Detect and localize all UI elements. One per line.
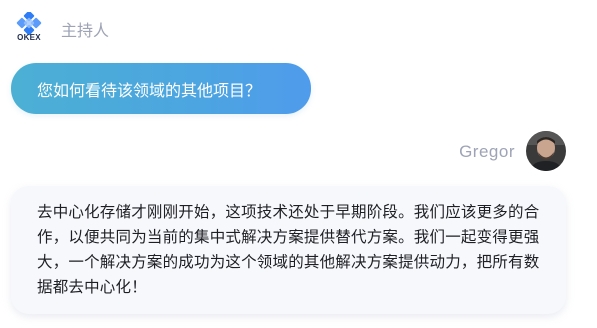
answer-text: 去中心化存储才刚刚开始，这项技术还处于早期阶段。我们应该更多的合作，以便共同为当…	[37, 203, 540, 296]
question-bubble: 您如何看待该领域的其他项目？	[11, 63, 311, 114]
question-text: 您如何看待该领域的其他项目？	[37, 80, 262, 100]
host-name: 主持人	[61, 21, 110, 40]
answer-bubble: 去中心化存储才刚刚开始，这项技术还处于早期阶段。我们应该更多的合作，以便共同为当…	[11, 186, 566, 314]
user-photo-icon	[526, 131, 566, 171]
responder-name: Gregor	[459, 142, 515, 161]
okex-brand-label: OKEX	[17, 33, 41, 42]
